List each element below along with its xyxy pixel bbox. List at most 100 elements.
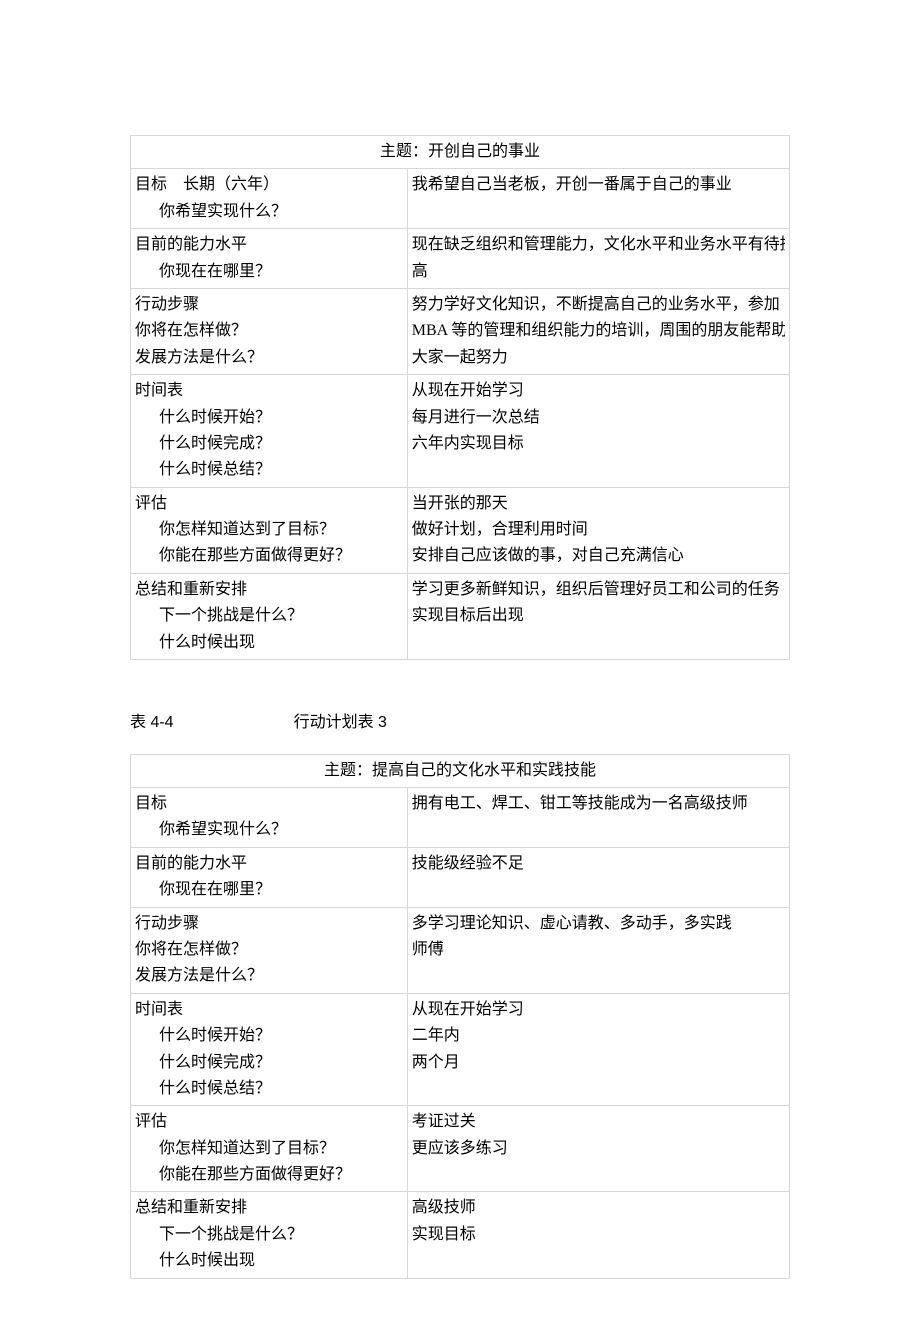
- row-label-line: 总结和重新安排: [135, 577, 403, 603]
- row-value-line: 六年内实现目标: [412, 431, 785, 457]
- row-label-line: 你能在那些方面做得更好？: [135, 543, 403, 569]
- row-label-cell: 行动步骤你将在怎样做？发展方法是什么？: [131, 907, 408, 993]
- table-row: 时间表什么时候开始？什么时候完成？什么时候总结？从现在开始学习二年内两个月: [131, 993, 790, 1106]
- row-label-line: 行动步骤: [135, 292, 403, 318]
- row-label-line: 你能在那些方面做得更好？: [135, 1162, 403, 1188]
- row-value-cell: 考证过关更应该多练习: [407, 1106, 789, 1192]
- row-value-cell: 技能级经验不足: [407, 847, 789, 907]
- row-label-line: 你现在在哪里？: [135, 877, 403, 903]
- row-label-line: 发展方法是什么？: [135, 963, 403, 989]
- row-value-line: 更应该多练习: [412, 1136, 785, 1162]
- row-label-cell: 时间表什么时候开始？什么时候完成？什么时候总结？: [131, 993, 408, 1106]
- row-value-line: 考证过关: [412, 1109, 785, 1135]
- table-row: 目标你希望实现什么？拥有电工、焊工、钳工等技能成为一名高级技师: [131, 788, 790, 848]
- row-label-line: 发展方法是什么？: [135, 345, 403, 371]
- action-plan-table-1: 主题：开创自己的事业 目标 长期（六年）你希望实现什么？我希望自己当老板，开创一…: [130, 135, 790, 660]
- row-value-line: 我希望自己当老板，开创一番属于自己的事业: [412, 172, 785, 198]
- row-value-line: 实现目标后出现: [412, 603, 785, 629]
- row-label-line: 你现在在哪里？: [135, 259, 403, 285]
- row-label-cell: 目标你希望实现什么？: [131, 788, 408, 848]
- row-value-line: 学习更多新鲜知识，组织后管理好员工和公司的任务: [412, 577, 785, 603]
- row-value-line: MBA 等的管理和组织能力的培训，周围的朋友能帮助我: [412, 318, 785, 344]
- row-value-cell: 学习更多新鲜知识，组织后管理好员工和公司的任务实现目标后出现: [407, 573, 789, 659]
- row-value-cell: 从现在开始学习每月进行一次总结六年内实现目标: [407, 375, 789, 488]
- row-label-line: 你希望实现什么？: [135, 817, 403, 843]
- row-label-line: 什么时候出现: [135, 1248, 403, 1274]
- row-value-line: 拥有电工、焊工、钳工等技能成为一名高级技师: [412, 791, 785, 817]
- caption-title: 行动计划表 3: [294, 714, 387, 731]
- table2-body: 目标你希望实现什么？拥有电工、焊工、钳工等技能成为一名高级技师目前的能力水平你现…: [131, 788, 790, 1279]
- row-label-line: 评估: [135, 491, 403, 517]
- row-value-cell: 我希望自己当老板，开创一番属于自己的事业: [407, 169, 789, 229]
- row-value-line: 实现目标: [412, 1222, 785, 1248]
- row-label-line: 你怎样知道达到了目标？: [135, 1136, 403, 1162]
- row-value-line: 多学习理论知识、虚心请教、多动手，多实践: [412, 911, 785, 937]
- row-label-line: 目前的能力水平: [135, 851, 403, 877]
- row-value-cell: 多学习理论知识、虚心请教、多动手，多实践师傅: [407, 907, 789, 993]
- table-row: 总结和重新安排下一个挑战是什么？什么时候出现高级技师实现目标: [131, 1192, 790, 1278]
- row-label-line: 时间表: [135, 378, 403, 404]
- table-row: 目前的能力水平你现在在哪里？现在缺乏组织和管理能力，文化水平和业务水平有待提高: [131, 229, 790, 289]
- caption-number: 表 4-4: [130, 714, 174, 731]
- row-label-line: 你将在怎样做？: [135, 318, 403, 344]
- table-row: 时间表什么时候开始？什么时候完成？什么时候总结？从现在开始学习每月进行一次总结六…: [131, 375, 790, 488]
- row-value-line: 两个月: [412, 1050, 785, 1076]
- row-label-line: 下一个挑战是什么？: [135, 1222, 403, 1248]
- table-row: 评估你怎样知道达到了目标？你能在那些方面做得更好？考证过关更应该多练习: [131, 1106, 790, 1192]
- row-value-line: 安排自己应该做的事，对自己充满信心: [412, 543, 785, 569]
- action-plan-table-2: 主题：提高自己的文化水平和实践技能 目标你希望实现什么？拥有电工、焊工、钳工等技…: [130, 754, 790, 1279]
- row-value-line: 二年内: [412, 1023, 785, 1049]
- row-label-line: 时间表: [135, 997, 403, 1023]
- row-label-line: 什么时候总结？: [135, 457, 403, 483]
- row-value-line: 每月进行一次总结: [412, 405, 785, 431]
- row-label-cell: 评估你怎样知道达到了目标？你能在那些方面做得更好？: [131, 487, 408, 573]
- row-value-cell: 从现在开始学习二年内两个月: [407, 993, 789, 1106]
- table-row: 行动步骤你将在怎样做？发展方法是什么？多学习理论知识、虚心请教、多动手，多实践师…: [131, 907, 790, 993]
- row-label-cell: 评估你怎样知道达到了目标？你能在那些方面做得更好？: [131, 1106, 408, 1192]
- table-row: 评估你怎样知道达到了目标？你能在那些方面做得更好？当开张的那天做好计划，合理利用…: [131, 487, 790, 573]
- row-label-line: 行动步骤: [135, 911, 403, 937]
- row-label-cell: 行动步骤你将在怎样做？发展方法是什么？: [131, 288, 408, 374]
- row-label-line: 什么时候开始？: [135, 1023, 403, 1049]
- row-label-line: 你希望实现什么？: [135, 199, 403, 225]
- row-value-line: 师傅: [412, 937, 785, 963]
- row-label-cell: 目标 长期（六年）你希望实现什么？: [131, 169, 408, 229]
- row-value-line: 做好计划，合理利用时间: [412, 517, 785, 543]
- table1-body: 目标 长期（六年）你希望实现什么？我希望自己当老板，开创一番属于自己的事业目前的…: [131, 169, 790, 660]
- row-label-line: 目前的能力水平: [135, 232, 403, 258]
- table-row: 目前的能力水平你现在在哪里？技能级经验不足: [131, 847, 790, 907]
- row-label-line: 什么时候总结？: [135, 1076, 403, 1102]
- row-value-line: 从现在开始学习: [412, 997, 785, 1023]
- row-value-cell: 拥有电工、焊工、钳工等技能成为一名高级技师: [407, 788, 789, 848]
- row-label-line: 目标: [135, 791, 403, 817]
- row-label-line: 什么时候完成？: [135, 431, 403, 457]
- row-value-cell: 努力学好文化知识，不断提高自己的业务水平，参加MBA 等的管理和组织能力的培训，…: [407, 288, 789, 374]
- row-value-line: 从现在开始学习: [412, 378, 785, 404]
- table2-title: 主题：提高自己的文化水平和实践技能: [131, 754, 790, 787]
- row-label-line: 总结和重新安排: [135, 1195, 403, 1221]
- row-label-cell: 总结和重新安排下一个挑战是什么？什么时候出现: [131, 573, 408, 659]
- row-label-line: 什么时候完成？: [135, 1050, 403, 1076]
- row-value-cell: 高级技师实现目标: [407, 1192, 789, 1278]
- table-row: 行动步骤你将在怎样做？发展方法是什么？努力学好文化知识，不断提高自己的业务水平，…: [131, 288, 790, 374]
- row-value-line: 当开张的那天: [412, 491, 785, 517]
- row-label-line: 什么时候开始？: [135, 405, 403, 431]
- row-value-line: 努力学好文化知识，不断提高自己的业务水平，参加: [412, 292, 785, 318]
- row-value-line: 技能级经验不足: [412, 851, 785, 877]
- row-label-cell: 目前的能力水平你现在在哪里？: [131, 847, 408, 907]
- row-value-line: 高级技师: [412, 1195, 785, 1221]
- table-row: 总结和重新安排下一个挑战是什么？什么时候出现学习更多新鲜知识，组织后管理好员工和…: [131, 573, 790, 659]
- row-value-cell: 现在缺乏组织和管理能力，文化水平和业务水平有待提高: [407, 229, 789, 289]
- row-label-line: 你将在怎样做？: [135, 937, 403, 963]
- row-label-line: 下一个挑战是什么？: [135, 603, 403, 629]
- row-label-cell: 总结和重新安排下一个挑战是什么？什么时候出现: [131, 1192, 408, 1278]
- row-label-line: 什么时候出现: [135, 630, 403, 656]
- row-label-cell: 目前的能力水平你现在在哪里？: [131, 229, 408, 289]
- row-label-cell: 时间表什么时候开始？什么时候完成？什么时候总结？: [131, 375, 408, 488]
- row-label-line: 你怎样知道达到了目标？: [135, 517, 403, 543]
- row-value-line: 高: [412, 259, 785, 285]
- row-value-line: 大家一起努力: [412, 345, 785, 371]
- row-value-cell: 当开张的那天做好计划，合理利用时间安排自己应该做的事，对自己充满信心: [407, 487, 789, 573]
- table-row: 目标 长期（六年）你希望实现什么？我希望自己当老板，开创一番属于自己的事业: [131, 169, 790, 229]
- table1-title: 主题：开创自己的事业: [131, 136, 790, 169]
